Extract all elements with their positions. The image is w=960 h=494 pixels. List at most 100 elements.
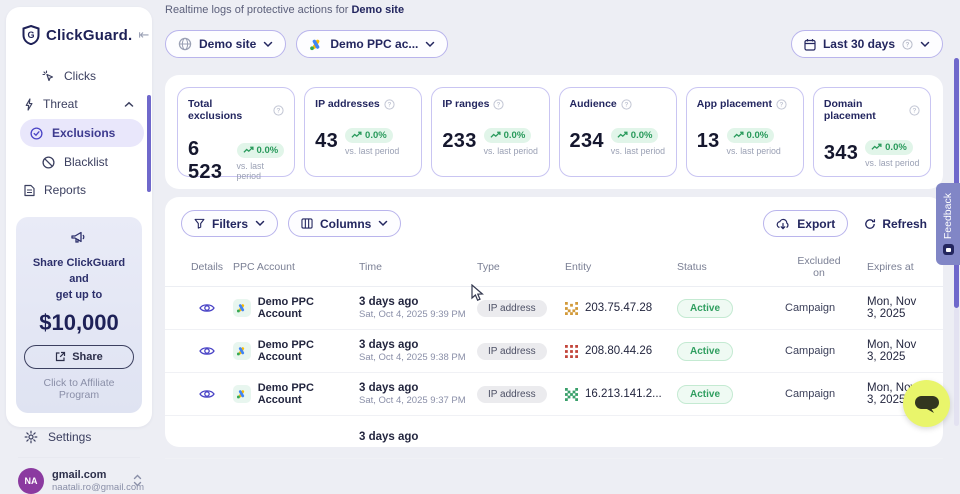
chevron-down-icon bbox=[378, 220, 388, 227]
table-row[interactable]: Demo PPC Account 3 days ago Sat, Oct 4, … bbox=[165, 330, 943, 373]
help-circle-icon: ? bbox=[493, 99, 504, 110]
delta-badge: 0.0% bbox=[345, 128, 393, 143]
entity-cell: 203.75.47.28 bbox=[565, 302, 677, 315]
help-circle-icon: ? bbox=[273, 105, 284, 116]
gear-icon bbox=[24, 430, 38, 444]
delta-badge: 0.0% bbox=[727, 128, 775, 143]
svg-text:G: G bbox=[27, 30, 34, 40]
google-ads-icon bbox=[233, 342, 251, 360]
entity-identicon bbox=[565, 302, 578, 315]
up-down-selector-icon[interactable] bbox=[133, 474, 142, 487]
ppc-account-cell: Demo PPC Account bbox=[233, 296, 359, 320]
svg-text:?: ? bbox=[779, 101, 783, 108]
delta-badge: 0.0% bbox=[611, 128, 659, 143]
sidebar-item-label: Clicks bbox=[64, 69, 96, 83]
stat-subtext: vs. last period bbox=[611, 146, 665, 156]
refresh-button[interactable]: Refresh bbox=[864, 217, 927, 231]
col-header-details: Details bbox=[181, 261, 233, 273]
chevron-down-icon bbox=[425, 41, 435, 48]
site-selector[interactable]: Demo site bbox=[165, 30, 286, 58]
sidebar-item-clicks[interactable]: Clicks bbox=[32, 63, 144, 89]
account-switcher[interactable]: NA gmail.com naatali.ro@gmail.com bbox=[6, 466, 152, 494]
share-button[interactable]: Share bbox=[24, 345, 134, 369]
feedback-tab[interactable]: Feedback bbox=[936, 183, 960, 265]
promo-text: Share ClickGuard and get up to bbox=[24, 256, 134, 304]
col-header-status: Status bbox=[677, 261, 785, 273]
stat-label: Domain placement bbox=[824, 98, 905, 122]
megaphone-icon bbox=[70, 230, 88, 245]
table-row[interactable]: Demo PPC Account 3 days ago Sat, Oct 4, … bbox=[165, 287, 943, 330]
entity-cell: 208.80.44.26 bbox=[565, 345, 677, 358]
page-subtitle: Realtime logs of protective actions for … bbox=[165, 4, 404, 16]
stat-card-app-placement: App placement? 13 0.0% vs. last period bbox=[686, 87, 804, 177]
sidebar-item-exclusions[interactable]: Exclusions bbox=[20, 119, 144, 147]
delta-badge: 0.0% bbox=[484, 128, 532, 143]
svg-text:?: ? bbox=[277, 107, 281, 114]
stats-panel: Total exclusions? 6 523 0.0% vs. last pe… bbox=[165, 75, 943, 189]
sidebar-item-label: Blacklist bbox=[64, 155, 108, 169]
export-button[interactable]: Export bbox=[763, 210, 848, 237]
avatar: NA bbox=[18, 468, 44, 494]
calendar-icon bbox=[804, 38, 816, 51]
sidebar-scrollbar[interactable] bbox=[147, 95, 151, 192]
details-eye-icon[interactable] bbox=[181, 302, 233, 314]
col-header-entity: Entity bbox=[565, 261, 677, 273]
speech-bubble-icon bbox=[914, 393, 940, 415]
columns-icon bbox=[301, 218, 313, 229]
promo-amount: $10,000 bbox=[24, 310, 134, 336]
details-eye-icon[interactable] bbox=[181, 345, 233, 357]
time-cell: 3 days ago Sat, Oct 4, 2025 9:37 PM bbox=[359, 382, 477, 406]
sidebar-menu: Clicks Threat Exclusions Blacklist bbox=[6, 63, 152, 203]
account-email: naatali.ro@gmail.com bbox=[52, 482, 125, 493]
stat-card-total-exclusions: Total exclusions? 6 523 0.0% vs. last pe… bbox=[177, 87, 295, 177]
site-selector-value: Demo site bbox=[199, 37, 256, 51]
sidebar-item-reports[interactable]: Reports bbox=[14, 177, 144, 203]
logs-panel: Filters Columns Export bbox=[165, 197, 943, 447]
stat-card-ip-addresses: IP addresses? 43 0.0% vs. last period bbox=[304, 87, 422, 177]
selectors-row: Demo site Demo PPC ac... Last 30 days ? bbox=[165, 30, 943, 58]
affiliate-promo-card[interactable]: Share ClickGuard and get up to $10,000 S… bbox=[16, 217, 142, 413]
refresh-icon bbox=[864, 218, 876, 230]
svg-text:?: ? bbox=[906, 41, 910, 48]
feedback-chat-icon bbox=[943, 244, 954, 255]
table-row[interactable]: 3 days ago bbox=[165, 416, 943, 459]
date-range-selector[interactable]: Last 30 days ? bbox=[791, 30, 943, 58]
table-toolbar: Filters Columns Export bbox=[165, 210, 943, 237]
columns-button[interactable]: Columns bbox=[288, 210, 401, 237]
table-row[interactable]: Demo PPC Account 3 days ago Sat, Oct 4, … bbox=[165, 373, 943, 416]
affiliate-link[interactable]: Click to Affiliate Program bbox=[24, 377, 134, 401]
help-circle-icon: ? bbox=[909, 105, 920, 116]
stat-card-domain-placement: Domain placement? 343 0.0% vs. last peri… bbox=[813, 87, 931, 177]
ppc-account-cell: Demo PPC Account bbox=[233, 339, 359, 363]
check-circle-icon bbox=[30, 127, 43, 140]
stat-subtext: vs. last period bbox=[345, 146, 399, 156]
excluded-on-cell: Campaign bbox=[785, 302, 867, 314]
svg-text:?: ? bbox=[387, 101, 391, 108]
stat-value: 234 bbox=[570, 130, 604, 153]
sidebar-collapse-icon[interactable]: ⇤ bbox=[138, 27, 149, 43]
sidebar: G ClickGuard. ⇤ Clicks Threat Exclusio bbox=[6, 7, 152, 427]
chat-launcher-button[interactable] bbox=[903, 380, 950, 427]
col-header-type: Type bbox=[477, 261, 565, 273]
sidebar-item-threat[interactable]: Threat bbox=[14, 91, 144, 117]
svg-text:?: ? bbox=[913, 107, 917, 114]
ppc-account-cell: Demo PPC Account bbox=[233, 382, 359, 406]
filters-button[interactable]: Filters bbox=[181, 210, 278, 237]
entity-identicon bbox=[565, 345, 578, 358]
entity-cell: 16.213.141.2... bbox=[565, 388, 677, 401]
page-scrollbar-track[interactable] bbox=[954, 308, 959, 426]
chevron-down-icon bbox=[255, 220, 265, 227]
help-circle-icon: ? bbox=[621, 99, 632, 110]
sidebar-item-settings[interactable]: Settings bbox=[6, 421, 152, 453]
col-header-ppc-account: PPC Account bbox=[233, 261, 359, 273]
google-ads-icon bbox=[233, 385, 251, 403]
ppc-account-selector[interactable]: Demo PPC ac... bbox=[296, 30, 448, 58]
details-eye-icon[interactable] bbox=[181, 388, 233, 400]
sidebar-item-blacklist[interactable]: Blacklist bbox=[32, 149, 144, 175]
globe-icon bbox=[178, 37, 192, 51]
chevron-down-icon bbox=[263, 41, 273, 48]
delta-badge: 0.0% bbox=[865, 140, 913, 155]
col-header-expires-at: Expires at bbox=[867, 261, 927, 273]
help-circle-icon: ? bbox=[776, 99, 787, 110]
time-cell: 3 days ago Sat, Oct 4, 2025 9:39 PM bbox=[359, 296, 477, 320]
